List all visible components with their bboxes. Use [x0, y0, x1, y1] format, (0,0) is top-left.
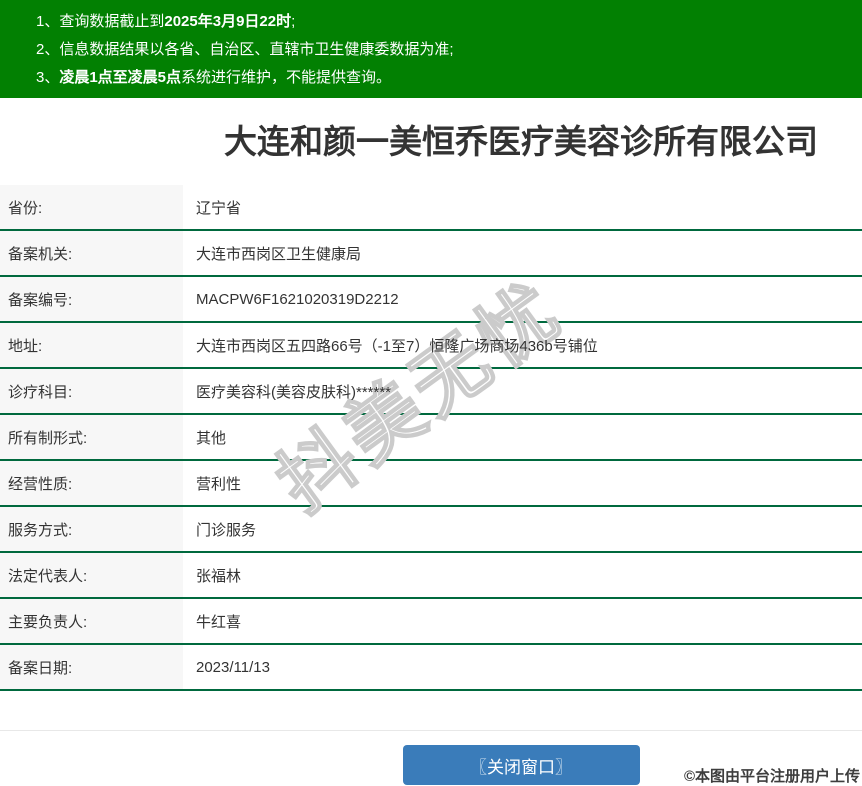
- field-label: 备案机关:: [0, 231, 183, 275]
- notice-text: 查询数据截止到: [59, 13, 165, 30]
- field-label: 诊疗科目:: [0, 369, 183, 413]
- table-row-service-mode: 服务方式: 门诊服务: [0, 507, 862, 553]
- notice-number: 1、: [36, 13, 60, 30]
- table-row-filing-number: 备案编号: MACPW6F1621020319D2212: [0, 277, 862, 323]
- field-label: 服务方式:: [0, 507, 183, 551]
- table-row-departments: 诊疗科目: 医疗美容科(美容皮肤科)******: [0, 369, 862, 415]
- table-row-ownership: 所有制形式: 其他: [0, 415, 862, 461]
- notice-text: ;: [291, 13, 296, 30]
- notice-bar: 1、查询数据截止到2025年3月9日22时; 2、信息数据结果以各省、自治区、直…: [0, 0, 862, 98]
- upload-credit-note: ©本图由平台注册用户上传: [683, 768, 860, 785]
- table-row-province: 省份: 辽宁省: [0, 185, 862, 231]
- notice-text: 系统进行维护，不能提供查询。: [181, 69, 392, 86]
- field-value: MACPW6F1621020319D2212: [196, 290, 399, 308]
- field-value: 大连市西岗区卫生健康局: [196, 245, 362, 263]
- page-title: 大连和颜一美恒乔医疗美容诊所有限公司: [224, 123, 818, 160]
- field-value: 营利性: [196, 475, 242, 493]
- close-window-button[interactable]: 〖关闭窗口〗: [402, 745, 640, 785]
- field-value: 医疗美容科(美容皮肤科)******: [196, 383, 392, 401]
- field-value: 其他: [196, 429, 227, 447]
- field-label: 经营性质:: [0, 461, 183, 505]
- field-value: 张福林: [196, 567, 242, 585]
- field-label: 所有制形式:: [0, 415, 183, 459]
- notice-text-bold: 2025年3月9日22时: [164, 13, 292, 30]
- notice-line-2: 2、信息数据结果以各省、自治区、直辖市卫生健康委数据为准;: [36, 36, 852, 64]
- notice-line-3: 3、凌晨1点至凌晨5点系统进行维护，不能提供查询。: [36, 64, 852, 92]
- field-value: 2023/11/13: [196, 658, 270, 676]
- table-row-legal-representative: 法定代表人: 张福林: [0, 553, 862, 599]
- field-label: 主要负责人:: [0, 599, 183, 643]
- field-value: 辽宁省: [196, 199, 242, 217]
- field-label: 省份:: [0, 185, 183, 229]
- bottom-divider: [0, 730, 862, 731]
- field-value: 牛红喜: [196, 613, 242, 631]
- table-row-address: 地址: 大连市西岗区五四路66号（-1至7）恒隆广场商场436b号铺位: [0, 323, 862, 369]
- table-row-filing-date: 备案日期: 2023/11/13: [0, 645, 862, 691]
- field-label: 备案日期:: [0, 645, 183, 689]
- field-value: 门诊服务: [196, 521, 257, 539]
- notice-number: 2、: [36, 41, 60, 58]
- field-label: 地址:: [0, 323, 183, 367]
- filing-info-table: 省份: 辽宁省 备案机关: 大连市西岗区卫生健康局 备案编号: MACPW6F1…: [0, 185, 862, 691]
- table-row-principal: 主要负责人: 牛红喜: [0, 599, 862, 645]
- table-row-filing-authority: 备案机关: 大连市西岗区卫生健康局: [0, 231, 862, 277]
- field-value: 大连市西岗区五四路66号（-1至7）恒隆广场商场436b号铺位: [196, 337, 598, 355]
- notice-line-1: 1、查询数据截止到2025年3月9日22时;: [36, 8, 852, 36]
- notice-text-bold: 凌晨1点至凌晨5点: [59, 69, 182, 86]
- field-label: 法定代表人:: [0, 553, 183, 597]
- notice-text: 信息数据结果以各省、自治区、直辖市卫生健康委数据为准;: [59, 41, 454, 58]
- title-container: 大连和颜一美恒乔医疗美容诊所有限公司: [180, 98, 862, 164]
- table-row-operation-nature: 经营性质: 营利性: [0, 461, 862, 507]
- notice-number: 3、: [36, 69, 60, 86]
- field-label: 备案编号:: [0, 277, 183, 321]
